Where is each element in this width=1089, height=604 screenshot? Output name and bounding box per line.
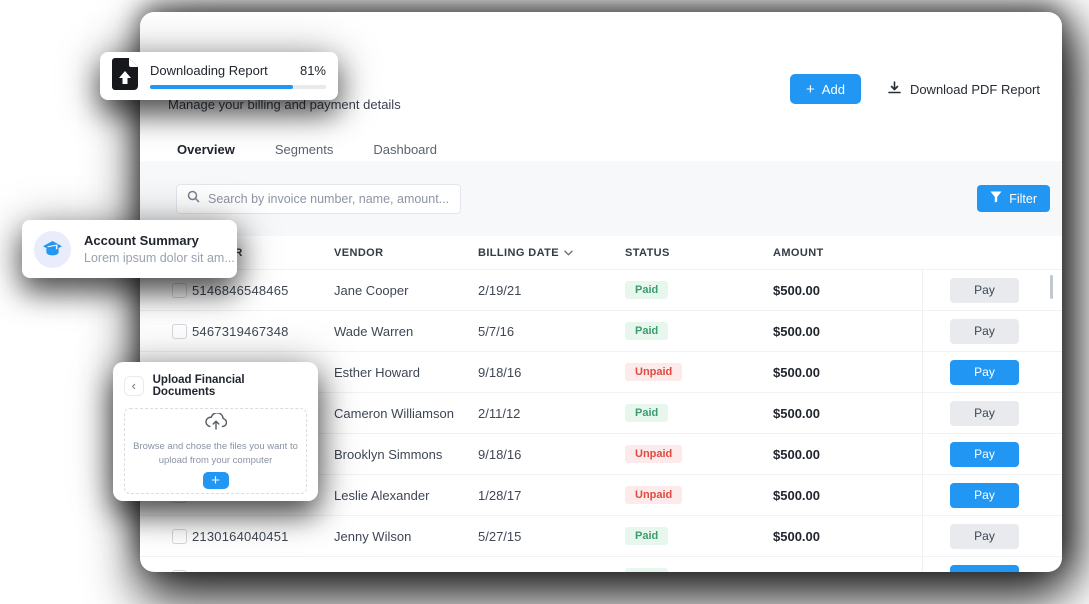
status-badge: Unpaid <box>625 363 682 381</box>
invoice-number: 0428194645484 <box>192 570 334 573</box>
download-pdf-report-button[interactable]: Download PDF Report <box>887 80 1040 98</box>
amount: $500.00 <box>773 365 922 380</box>
plus-icon: + <box>806 82 815 97</box>
pay-button[interactable]: Pay <box>950 483 1019 508</box>
column-header-status: STATUS <box>625 247 773 259</box>
chevron-left-icon: ‹ <box>132 379 136 392</box>
status-badge: Unpaid <box>625 486 682 504</box>
invoice-number: 5467319467348 <box>192 324 334 339</box>
pay-button[interactable]: Pay <box>950 565 1019 573</box>
row-checkbox[interactable] <box>172 283 187 298</box>
account-summary-icon <box>34 231 71 268</box>
vendor-name: Brooklyn Simmons <box>334 447 478 462</box>
add-file-button[interactable]: + <box>203 472 229 489</box>
search-icon <box>187 190 200 208</box>
billing-date: 2/11/12 <box>478 406 625 421</box>
downloading-report-toast: Downloading Report 81% <box>100 52 338 100</box>
vendor-name: Cameron Williamson <box>334 406 478 421</box>
amount: $500.00 <box>773 447 922 462</box>
billing-date: 9/18/16 <box>478 365 625 380</box>
search-box <box>176 184 461 214</box>
upload-card-header: ‹ Upload Financial Documents <box>124 374 307 398</box>
vendor-name: Leslie Alexander <box>334 488 478 503</box>
billing-date: 5/7/16 <box>478 324 625 339</box>
table-row: 5146846548465 Jane Cooper 2/19/21 Paid $… <box>140 269 1062 310</box>
vendor-name: Jenny Wilson <box>334 529 478 544</box>
pay-button[interactable]: Pay <box>950 360 1019 385</box>
vendor-name: Esther Howard <box>334 365 478 380</box>
amount: $500.00 <box>773 529 922 544</box>
account-summary-toast[interactable]: Account Summary Lorem ipsum dolor sit am… <box>22 220 237 278</box>
row-checkbox[interactable] <box>172 529 187 544</box>
pay-button[interactable]: Pay <box>950 524 1019 549</box>
status-badge: Paid <box>625 568 668 572</box>
download-percent: 81% <box>300 63 326 78</box>
table-row: 5467319467348 Wade Warren 5/7/16 Paid $5… <box>140 310 1062 351</box>
account-summary-subtitle: Lorem ipsum dolor sit am... <box>84 251 235 265</box>
billing-date: 5/27/15 <box>478 529 625 544</box>
row-checkbox[interactable] <box>172 570 187 573</box>
column-header-billing-date[interactable]: BILLING DATE <box>478 247 625 259</box>
billing-date: 5/19/12 <box>478 570 625 573</box>
invoice-number: 5146846548465 <box>192 283 334 298</box>
vendor-name: Jane Cooper <box>334 283 478 298</box>
amount: $500.00 <box>773 488 922 503</box>
filter-button[interactable]: Filter <box>977 185 1050 212</box>
dropzone-description: Browse and chose the files you want to u… <box>133 440 298 468</box>
download-progress-body: Downloading Report 81% <box>150 63 326 89</box>
account-summary-title: Account Summary <box>84 233 235 248</box>
status-badge: Unpaid <box>625 445 682 463</box>
progress-bar-fill <box>150 85 293 89</box>
upload-card-title: Upload Financial Documents <box>153 374 307 398</box>
pay-button[interactable]: Pay <box>950 401 1019 426</box>
report-file-icon <box>112 58 138 95</box>
table-row: 2130164040451 Jenny Wilson 5/27/15 Paid … <box>140 515 1062 556</box>
billing-date: 1/28/17 <box>478 488 625 503</box>
account-summary-text: Account Summary Lorem ipsum dolor sit am… <box>84 233 235 265</box>
download-toast-title: Downloading Report <box>150 63 268 78</box>
back-button[interactable]: ‹ <box>124 376 144 396</box>
pay-button[interactable]: Pay <box>950 278 1019 303</box>
table-row: 0428194645484 Guy Hawkins 5/19/12 Paid $… <box>140 556 1062 572</box>
vertical-scrollbar[interactable] <box>1050 275 1053 299</box>
file-dropzone[interactable]: Browse and chose the files you want to u… <box>124 408 307 494</box>
filter-button-label: Filter <box>1009 192 1037 206</box>
status-badge: Paid <box>625 281 668 299</box>
table-toolbar: Filter <box>140 161 1062 236</box>
amount: $500.00 <box>773 570 922 573</box>
vendor-name: Guy Hawkins <box>334 570 478 573</box>
search-input[interactable] <box>208 192 450 206</box>
amount: $500.00 <box>773 324 922 339</box>
status-badge: Paid <box>625 404 668 422</box>
invoice-number: 2130164040451 <box>192 529 334 544</box>
download-pdf-report-label: Download PDF Report <box>910 82 1040 97</box>
billing-date: 9/18/16 <box>478 447 625 462</box>
add-button-label: Add <box>822 82 845 97</box>
billing-app: Manage your billing and payment details … <box>0 0 1089 604</box>
header-actions: + Add Download PDF Report <box>790 74 1040 104</box>
add-button[interactable]: + Add <box>790 74 861 104</box>
plus-icon: + <box>211 472 220 489</box>
sort-chevron-down-icon <box>564 247 573 259</box>
amount: $500.00 <box>773 406 922 421</box>
pay-button[interactable]: Pay <box>950 319 1019 344</box>
cloud-upload-icon <box>205 413 227 435</box>
action-column-divider <box>922 269 923 572</box>
status-badge: Paid <box>625 527 668 545</box>
amount: $500.00 <box>773 283 922 298</box>
billing-date: 2/19/21 <box>478 283 625 298</box>
status-badge: Paid <box>625 322 668 340</box>
vendor-name: Wade Warren <box>334 324 478 339</box>
progress-bar <box>150 85 326 89</box>
table-header-row: NUMBER VENDOR BILLING DATE STATUS AMOUNT <box>140 236 1062 269</box>
download-icon <box>887 80 902 98</box>
row-checkbox[interactable] <box>172 324 187 339</box>
upload-documents-card: ‹ Upload Financial Documents Browse and … <box>113 362 318 501</box>
pay-button[interactable]: Pay <box>950 442 1019 467</box>
filter-icon <box>990 191 1002 206</box>
column-header-amount: AMOUNT <box>773 247 922 259</box>
column-header-vendor: VENDOR <box>334 247 478 259</box>
